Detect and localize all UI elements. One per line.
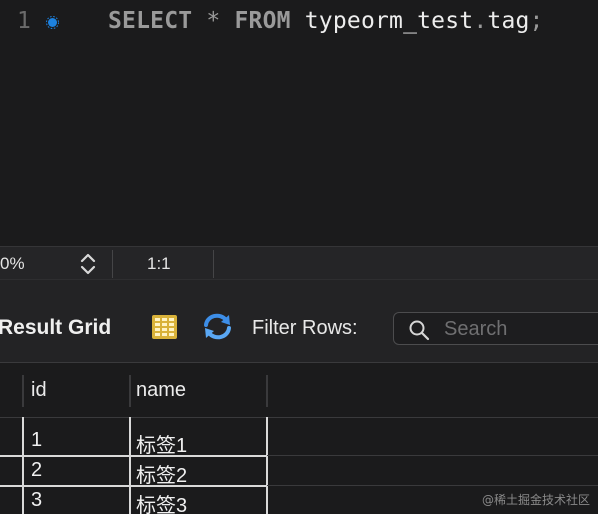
result-toolbar: Result Grid Filter Rows:: [0, 280, 598, 362]
column-header-name[interactable]: name: [136, 379, 186, 402]
cell-border: [22, 417, 24, 514]
schema-name: typeorm_test: [304, 8, 474, 34]
search-box[interactable]: [393, 312, 598, 345]
semicolon: ;: [529, 8, 544, 34]
zoom-level: 0%: [0, 254, 25, 273]
cell-id[interactable]: 3: [31, 489, 42, 512]
watermark: @稀土掘金技术社区: [481, 493, 590, 507]
keyword-from: FROM: [234, 8, 291, 34]
execution-dot-icon: [46, 16, 59, 29]
cell-name[interactable]: 标签1: [136, 429, 187, 458]
keyword-select: SELECT: [108, 8, 193, 34]
status-divider: [213, 250, 214, 278]
grid-view-icon[interactable]: [151, 314, 178, 340]
cell-border: [129, 417, 131, 514]
line-number: 1: [17, 8, 31, 34]
row-divider: [0, 485, 267, 487]
column-separator[interactable]: [129, 375, 131, 407]
row-divider: [267, 455, 598, 456]
search-input[interactable]: [444, 317, 598, 341]
star-operator: *: [206, 8, 221, 34]
cell-id[interactable]: 1: [31, 429, 42, 452]
search-icon: [409, 320, 430, 341]
grid-header: id name: [0, 371, 598, 409]
stepper-icon[interactable]: [78, 251, 98, 277]
column-separator: [22, 375, 24, 407]
status-bar: 0% 1:1: [0, 246, 598, 280]
column-header-id[interactable]: id: [31, 379, 47, 402]
cell-id[interactable]: 2: [31, 459, 42, 482]
dot-operator: .: [473, 8, 488, 34]
table-name: tag: [487, 8, 530, 34]
cell-name[interactable]: 标签3: [136, 489, 187, 514]
column-separator[interactable]: [266, 375, 268, 407]
cursor-position: 1:1: [147, 254, 171, 273]
filter-rows-label: Filter Rows:: [252, 317, 358, 339]
row-divider: [267, 485, 598, 486]
cell-name[interactable]: 标签2: [136, 459, 187, 488]
cell-border: [266, 417, 268, 514]
sql-editor[interactable]: 1 SELECT * FROM typeorm_test.tag;: [0, 0, 598, 246]
result-grid-label: Result Grid: [0, 316, 112, 339]
row-divider: [0, 455, 267, 457]
editor-line-1[interactable]: 1 SELECT * FROM typeorm_test.tag;: [0, 4, 598, 38]
result-grid[interactable]: id name 1 标签1 2 标签2 3 标签3 @稀土掘金技术社区: [0, 362, 598, 514]
refresh-icon[interactable]: [201, 313, 234, 340]
header-divider: [0, 417, 267, 418]
sql-statement[interactable]: SELECT * FROM typeorm_test.tag;: [108, 8, 544, 34]
header-divider: [267, 417, 598, 418]
status-divider: [112, 250, 113, 278]
